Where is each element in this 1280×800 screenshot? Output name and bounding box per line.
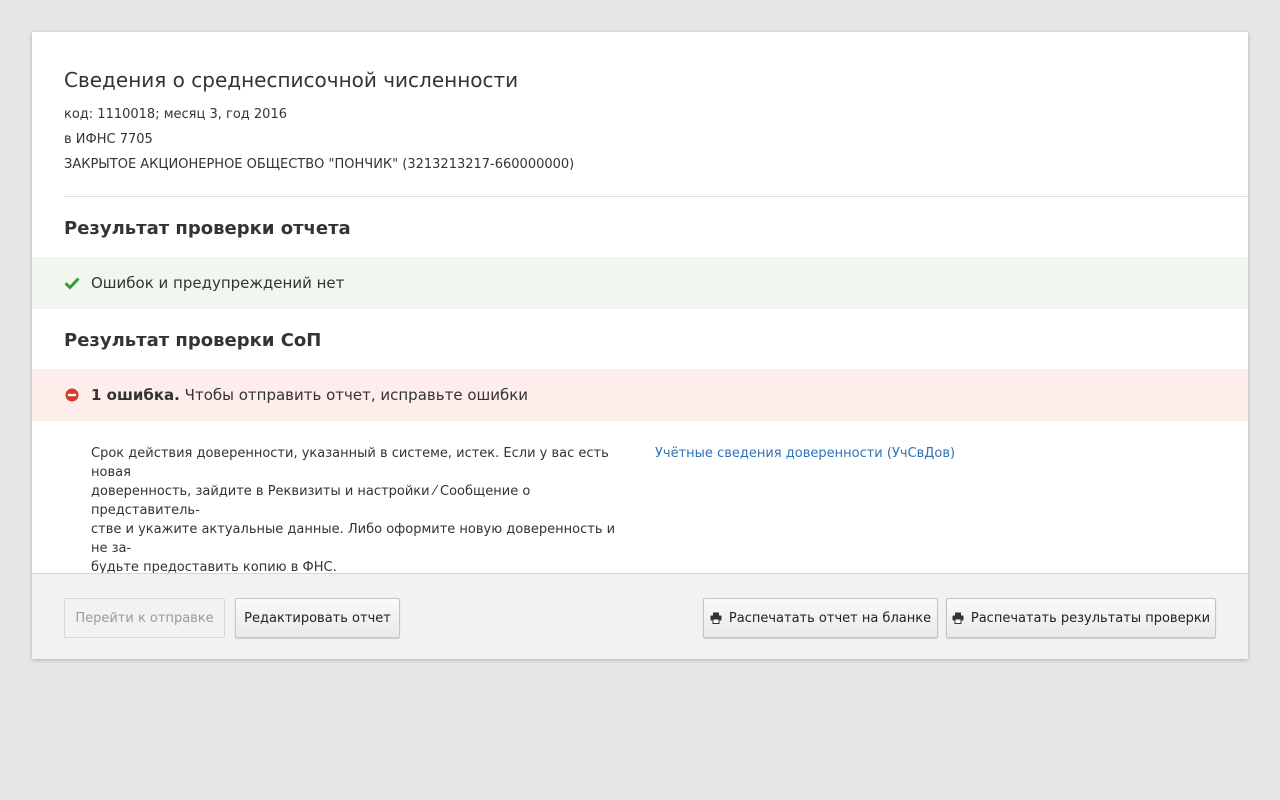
report-check-dialog: Сведения о среднесписочной численности к… <box>32 32 1248 659</box>
sop-error-line: стве и укажите актуальные данные. Либо о… <box>91 522 616 556</box>
dialog-footer: Перейти к отправке Редактировать отчет Р… <box>32 573 1248 659</box>
sop-check-status-text: 1 ошибка. Чтобы отправить отчет, исправь… <box>91 386 528 404</box>
sop-error-line: Срок действия доверенности, указанный в … <box>91 446 609 480</box>
sop-error-count: 1 ошибка. <box>91 386 180 404</box>
printer-icon <box>710 612 722 624</box>
printer-icon <box>952 612 964 624</box>
sop-status-message: Чтобы отправить отчет, исправьте ошибки <box>184 386 529 404</box>
report-check-status: Ошибок и предупреждений нет <box>32 257 1248 309</box>
edit-report-button[interactable]: Редактировать отчет <box>235 598 400 638</box>
sop-error-line: доверенность, зайдите в Реквизиты и наст… <box>91 484 531 518</box>
report-org-line: ЗАКРЫТОЕ АКЦИОНЕРНОЕ ОБЩЕСТВО "ПОНЧИК" (… <box>64 157 575 172</box>
print-results-button[interactable]: Распечатать результаты проверки <box>946 598 1216 638</box>
check-icon <box>64 275 80 291</box>
page-title: Сведения о среднесписочной численности <box>64 68 519 92</box>
sop-error-description: Срок действия доверенности, указанный в … <box>91 444 631 577</box>
sop-check-status: 1 ошибка. Чтобы отправить отчет, исправь… <box>32 369 1248 421</box>
report-header: Сведения о среднесписочной численности к… <box>64 68 1214 177</box>
print-results-label: Распечатать результаты проверки <box>970 610 1211 626</box>
header-divider <box>64 196 1248 197</box>
report-ifns-line: в ИФНС 7705 <box>64 132 153 147</box>
report-code-line: код: 1110018; месяц 3, год 2016 <box>64 107 287 122</box>
report-check-title: Результат проверки отчета <box>64 218 351 239</box>
sop-check-title: Результат проверки СоП <box>64 330 322 351</box>
print-form-button[interactable]: Распечатать отчет на бланке <box>703 598 938 638</box>
attorney-details-link[interactable]: Учётные сведения доверенности (УчСвДов) <box>655 444 955 463</box>
report-check-status-text: Ошибок и предупреждений нет <box>91 274 345 292</box>
go-to-send-button[interactable]: Перейти к отправке <box>64 598 225 638</box>
error-icon <box>65 388 79 402</box>
print-form-label: Распечатать отчет на бланке <box>728 610 932 626</box>
